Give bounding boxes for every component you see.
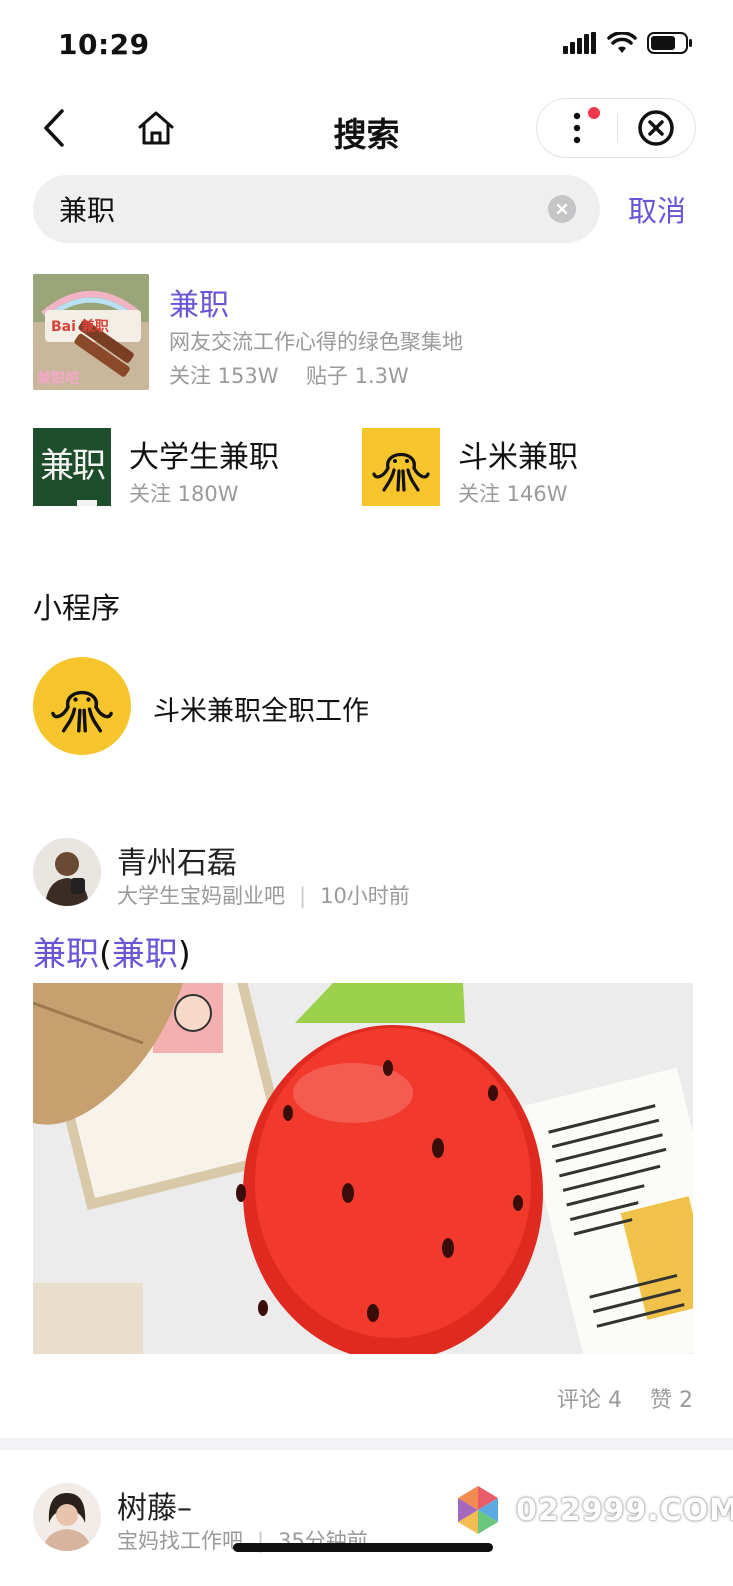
- mini-program-item[interactable]: 斗米兼职全职工作: [33, 657, 693, 757]
- search-input[interactable]: [59, 175, 539, 243]
- post-meta: 大学生宝妈副业吧 | 10小时前: [117, 880, 410, 910]
- forum-stats: 关注 153W 贴子 1.3W: [169, 360, 409, 390]
- like-count[interactable]: 赞 2: [650, 1382, 693, 1414]
- post-title-highlight: 兼职: [33, 934, 99, 973]
- nav-bar: 搜索: [0, 96, 733, 162]
- status-bar: 10:29: [0, 0, 733, 88]
- notification-dot: [588, 107, 600, 119]
- section-title-mini-programs: 小程序: [33, 591, 121, 625]
- post-image[interactable]: [33, 983, 693, 1354]
- forum-thumbnail: [362, 428, 440, 506]
- forum-thumb-caption: 兼职吧: [37, 371, 79, 387]
- home-icon: [138, 111, 174, 145]
- forum-thumbnail: Bai 兼职 兼职吧: [33, 274, 149, 390]
- forum-name: 兼职: [169, 288, 229, 323]
- mini-program-icon: [33, 657, 131, 755]
- post-header[interactable]: 青州石磊 大学生宝妈副业吧 | 10小时前: [33, 838, 693, 908]
- watermark-text: 022999.COM: [516, 1492, 733, 1528]
- home-indicator[interactable]: [233, 1543, 493, 1552]
- avatar[interactable]: [33, 1483, 101, 1551]
- post-title-text: (: [99, 934, 112, 973]
- comment-count[interactable]: 评论 4: [557, 1382, 622, 1414]
- related-forum-item[interactable]: 兼职 大学生兼职 关注 180W: [33, 428, 353, 508]
- clear-search-button[interactable]: [548, 195, 576, 223]
- more-button[interactable]: [537, 98, 617, 158]
- post-title[interactable]: 兼职(兼职): [33, 927, 191, 975]
- close-circle-icon: [638, 110, 674, 146]
- related-forum-followers: 关注 146W: [458, 482, 568, 506]
- home-button[interactable]: [134, 106, 178, 150]
- related-forum-followers: 关注 180W: [129, 482, 239, 506]
- wifi-icon: [607, 32, 637, 53]
- post-title-text: ): [177, 934, 191, 973]
- post-time: 10小时前: [320, 884, 410, 908]
- related-forum-name: 大学生兼职: [129, 440, 279, 475]
- mini-program-name: 斗米兼职全职工作: [153, 696, 369, 727]
- forum-thumb-text: 兼职: [40, 446, 106, 486]
- watermark: 022999.COM: [450, 1482, 733, 1538]
- meta-divider: |: [299, 884, 307, 908]
- post-title-highlight: 兼职: [111, 934, 178, 973]
- forum-description: 网友交流工作心得的绿色聚集地: [169, 330, 463, 354]
- post-forum[interactable]: 宝妈找工作吧: [117, 1529, 243, 1553]
- clear-icon: [556, 203, 568, 215]
- search-box: [33, 175, 600, 243]
- post-forum[interactable]: 大学生宝妈副业吧: [117, 884, 285, 908]
- more-vertical-icon: [573, 112, 580, 144]
- forum-posts: 贴子 1.3W: [305, 364, 409, 388]
- related-forum-name: 斗米兼职: [458, 440, 578, 475]
- octopus-icon: [372, 453, 430, 492]
- miniapp-capsule: [536, 98, 696, 158]
- battery-icon: [647, 32, 692, 54]
- forum-followers: 关注 153W: [169, 364, 279, 388]
- section-divider: [0, 1438, 733, 1450]
- chevron-left-icon: [44, 109, 64, 147]
- related-forum-item[interactable]: 斗米兼职 关注 146W: [362, 428, 682, 508]
- back-button[interactable]: [32, 106, 76, 150]
- post-footer: 评论 4 赞 2: [557, 1382, 693, 1414]
- avatar[interactable]: [33, 838, 101, 906]
- forum-result[interactable]: Bai 兼职 兼职吧 兼职 网友交流工作心得的绿色聚集地 关注 153W 贴子 …: [33, 274, 693, 392]
- post-author[interactable]: 青州石磊: [117, 838, 237, 882]
- status-icons: [563, 32, 693, 54]
- close-miniapp-button[interactable]: [618, 98, 696, 158]
- octopus-icon: [51, 690, 113, 733]
- forum-thumbnail: 兼职: [33, 428, 111, 506]
- chalk-mark: [77, 500, 97, 506]
- cancel-button[interactable]: 取消: [628, 188, 686, 230]
- post-author[interactable]: 树藤–: [117, 1483, 192, 1527]
- watermark-logo-icon: [458, 1486, 498, 1534]
- signal-icon: [563, 32, 596, 54]
- status-time: 10:29: [58, 28, 150, 61]
- forum-thumb-text: Bai 兼职: [51, 319, 109, 335]
